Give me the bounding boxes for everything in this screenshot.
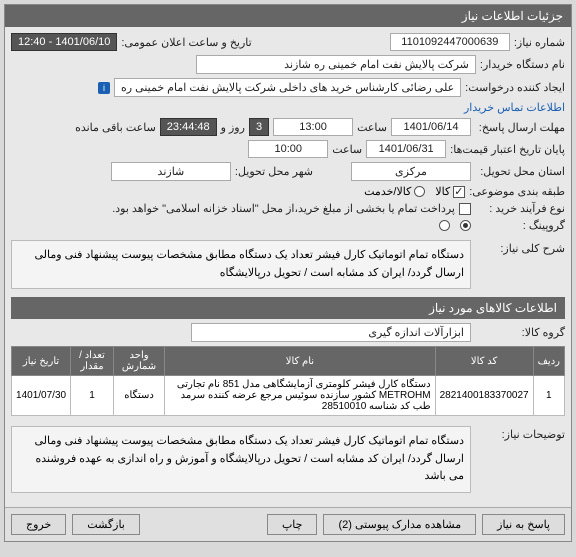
panel-header[interactable]: جزئیات اطلاعات نیاز — [5, 5, 571, 27]
validity-label: پایان تاریخ اعتبار قیمت‌ها: — [450, 143, 565, 156]
need-number-value: 1101092447000639 — [390, 33, 510, 51]
cell-date: 1401/07/30 — [12, 376, 71, 416]
purchase-type-label: نوع فرآیند خرید : — [475, 202, 565, 215]
announce-label: تاریخ و ساعت اعلان عمومی: — [121, 36, 251, 49]
subject-service-radio[interactable]: کالا/خدمت — [364, 185, 425, 198]
contact-info-link[interactable]: اطلاعات تماس خریدار — [464, 101, 565, 114]
print-button[interactable]: چاپ — [267, 514, 318, 535]
th-unit: واحد شمارش — [113, 347, 164, 376]
purchase-type-note: پرداخت تمام یا بخشی از مبلغ خرید،از محل … — [112, 202, 455, 215]
row-more-notes: توضیحات نیاز: دستگاه تمام اتوماتیک کارل … — [11, 422, 565, 497]
validity-time-label: ساعت — [332, 143, 362, 156]
deadline-time: 13:00 — [273, 118, 353, 136]
delivery-city-label: شهر محل تحویل: — [235, 165, 313, 178]
row-delivery-province: استان محل تحویل: مرکزی شهر محل تحویل: شا… — [11, 162, 565, 181]
validity-date: 1401/06/31 — [366, 140, 446, 158]
deadline-label: مهلت ارسال پاسخ: — [475, 121, 565, 134]
row-need-number: شماره نیاز: 1101092447000639 تاریخ و ساع… — [11, 33, 565, 51]
table-row[interactable]: 1 2821400183370027 دستگاه کارل فیشر کلوم… — [12, 376, 565, 416]
table-header-row: ردیف کد کالا نام کالا واحد شمارش تعداد /… — [12, 347, 565, 376]
subject-service-label: کالا/خدمت — [364, 185, 411, 198]
button-bar: پاسخ به نیاز مشاهده مدارک پیوستی (2) چاپ… — [5, 507, 571, 541]
th-name: نام کالا — [165, 347, 435, 376]
goods-section-header[interactable]: اطلاعات کالاهای مورد نیاز — [11, 297, 565, 319]
row-purchase-type: نوع فرآیند خرید : پرداخت تمام یا بخشی از… — [11, 202, 565, 215]
buyer-value: شرکت پالایش نفت امام خمینی ره شازند — [196, 55, 476, 74]
delivery-province-value: مرکزی — [351, 162, 471, 181]
row-deadline: مهلت ارسال پاسخ: 1401/06/14 ساعت 13:00 3… — [11, 118, 565, 136]
validity-time: 10:00 — [248, 140, 328, 158]
cell-name: دستگاه کارل فیشر کلومتری آزمایشگاهی مدل … — [165, 376, 435, 416]
th-qty: تعداد / مقدار — [71, 347, 114, 376]
reply-button[interactable]: پاسخ به نیاز — [482, 514, 565, 535]
group-value: ابزارآلات اندازه گیری — [191, 323, 471, 342]
remaining-days-label: روز و — [221, 121, 245, 134]
grouping-radio-2[interactable] — [439, 220, 450, 231]
cell-qty: 1 — [71, 376, 114, 416]
radio-icon — [439, 220, 450, 231]
checkbox-icon — [453, 186, 465, 198]
cell-unit: دستگاه — [113, 376, 164, 416]
subject-goods-radio[interactable]: کالا — [435, 185, 465, 198]
row-buyer: نام دستگاه خریدار: شرکت پالایش نفت امام … — [11, 55, 565, 74]
row-group: گروه کالا: ابزارآلات اندازه گیری — [11, 323, 565, 342]
th-row: ردیف — [533, 347, 564, 376]
deadline-time-label: ساعت — [357, 121, 387, 134]
info-icon: i — [98, 82, 110, 94]
th-date: تاریخ نیاز — [12, 347, 71, 376]
panel-title: جزئیات اطلاعات نیاز — [462, 9, 563, 23]
delivery-province-label: استان محل تحویل: — [475, 165, 565, 178]
row-need-desc: شرح کلی نیاز: دستگاه تمام اتوماتیک کارل … — [11, 236, 565, 293]
group-label: گروه کالا: — [475, 326, 565, 339]
purchase-type-checkbox[interactable] — [459, 203, 471, 215]
th-code: کد کالا — [435, 347, 533, 376]
subject-radio-group: کالا کالا/خدمت — [364, 185, 465, 198]
more-notes-text: دستگاه تمام اتوماتیک کارل فیشر تعداد یک … — [11, 426, 471, 493]
need-desc-label: شرح کلی نیاز: — [475, 236, 565, 255]
row-grouping: گروپینگ : — [11, 219, 565, 232]
cell-row: 1 — [533, 376, 564, 416]
remaining-days: 3 — [249, 118, 269, 136]
subject-goods-label: کالا — [435, 185, 450, 198]
radio-icon — [460, 220, 471, 231]
cell-code: 2821400183370027 — [435, 376, 533, 416]
goods-table: ردیف کد کالا نام کالا واحد شمارش تعداد /… — [11, 346, 565, 416]
deadline-date: 1401/06/14 — [391, 118, 471, 136]
row-validity: پایان تاریخ اعتبار قیمت‌ها: 1401/06/31 س… — [11, 140, 565, 158]
remaining-time: 23:44:48 — [160, 118, 217, 136]
creator-label: ایجاد کننده درخواست: — [465, 81, 565, 94]
attachments-button[interactable]: مشاهده مدارک پیوستی (2) — [323, 514, 476, 535]
need-number-label: شماره نیاز: — [514, 36, 565, 49]
buyer-label: نام دستگاه خریدار: — [480, 58, 565, 71]
panel-body: شماره نیاز: 1101092447000639 تاریخ و ساع… — [5, 27, 571, 507]
delivery-city-value: شازند — [111, 162, 231, 181]
need-details-panel: جزئیات اطلاعات نیاز شماره نیاز: 11010924… — [4, 4, 572, 542]
creator-value: علی رضائی کارشناس خرید های داخلی شرکت پا… — [114, 78, 461, 97]
need-desc-text: دستگاه تمام اتوماتیک کارل فیشر تعداد یک … — [11, 240, 471, 289]
row-creator: ایجاد کننده درخواست: علی رضائی کارشناس خ… — [11, 78, 565, 114]
announce-value: 1401/06/10 - 12:40 — [11, 33, 117, 51]
subject-label: طبقه بندی موضوعی: — [469, 185, 565, 198]
more-notes-label: توضیحات نیاز: — [475, 422, 565, 441]
radio-icon — [414, 186, 425, 197]
exit-button[interactable]: خروج — [11, 514, 66, 535]
back-button[interactable]: بازگشت — [72, 514, 140, 535]
grouping-radio-1[interactable] — [460, 220, 471, 231]
goods-section-title: اطلاعات کالاهای مورد نیاز — [429, 301, 557, 315]
remaining-suffix: ساعت باقی مانده — [75, 121, 156, 134]
row-subject: طبقه بندی موضوعی: کالا کالا/خدمت — [11, 185, 565, 198]
grouping-label: گروپینگ : — [475, 219, 565, 232]
grouping-radio-group — [439, 220, 471, 231]
